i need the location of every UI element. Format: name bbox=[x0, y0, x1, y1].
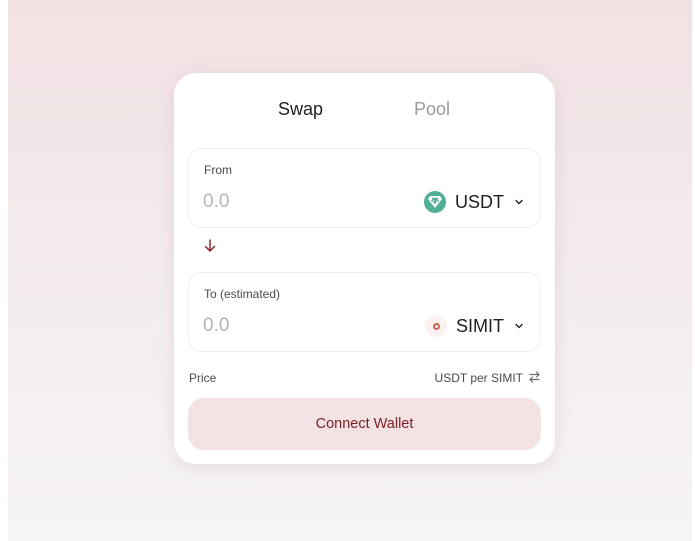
price-unit: USDT per SIMIT bbox=[434, 371, 523, 385]
usdt-token-icon bbox=[424, 191, 446, 213]
from-amount-input[interactable] bbox=[203, 188, 353, 216]
to-panel: To (estimated) SIMIT bbox=[188, 272, 541, 352]
tab-pool[interactable]: Pool bbox=[414, 99, 450, 120]
to-amount-input[interactable] bbox=[203, 312, 353, 340]
from-panel: From USDT bbox=[188, 148, 541, 228]
from-token-symbol: USDT bbox=[455, 191, 504, 212]
arrow-down-icon[interactable] bbox=[204, 239, 216, 253]
price-label: Price bbox=[189, 371, 217, 385]
swap-direction-icon[interactable] bbox=[528, 370, 541, 384]
tab-swap[interactable]: Swap bbox=[278, 99, 323, 120]
connect-wallet-button[interactable]: Connect Wallet bbox=[188, 398, 541, 450]
from-label: From bbox=[204, 163, 232, 177]
swap-card: Swap Pool From USDT To (estimated) bbox=[174, 73, 555, 464]
to-label: To (estimated) bbox=[204, 287, 281, 301]
to-token-symbol: SIMIT bbox=[456, 315, 504, 336]
chevron-down-icon bbox=[515, 323, 523, 329]
price-row: Price USDT per SIMIT bbox=[174, 369, 555, 387]
tab-bar: Swap Pool bbox=[174, 99, 555, 123]
simit-dot bbox=[432, 322, 440, 330]
to-token-select[interactable]: SIMIT bbox=[425, 313, 524, 339]
simit-token-icon bbox=[425, 315, 447, 337]
from-token-select[interactable]: USDT bbox=[424, 189, 524, 215]
chevron-down-icon bbox=[515, 199, 523, 205]
